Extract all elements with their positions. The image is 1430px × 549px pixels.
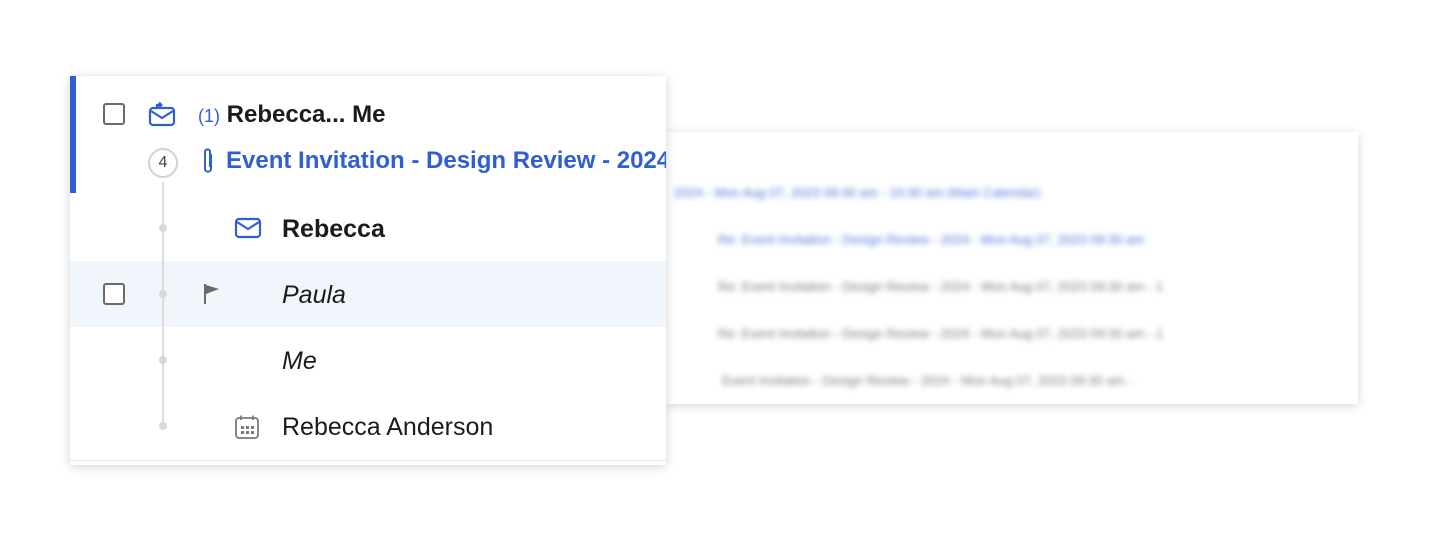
thread-dot <box>159 224 167 232</box>
selected-accent-bar <box>70 76 76 193</box>
message-count-badge[interactable]: 4 <box>148 148 178 178</box>
reply-envelope-icon <box>148 101 176 127</box>
thread-dot <box>159 356 167 364</box>
envelope-icon <box>234 217 262 239</box>
message-row-rebecca-anderson[interactable]: Rebecca Anderson <box>282 411 493 443</box>
thread-subject[interactable]: Event Invitation - Design Review - 2024 … <box>226 145 666 177</box>
thread-card: (1) Rebecca... Me 4 Event Invitation - D… <box>70 76 666 465</box>
message-row-paula[interactable]: Paula <box>282 279 346 311</box>
attachment-icon <box>204 148 212 173</box>
message-row-rebecca[interactable]: Rebecca <box>282 213 385 245</box>
thread-checkbox[interactable] <box>103 103 125 125</box>
message-row-me[interactable]: Me <box>282 345 317 377</box>
sender-count: (1) <box>198 106 220 126</box>
thread-dot <box>159 422 167 430</box>
background-line: Re: Event Invitation - Design Review - 2… <box>718 280 1164 294</box>
message-checkbox[interactable] <box>103 283 125 305</box>
background-thread-preview: 2024 - Mon Aug 07, 2023 09:30 am - 10:30… <box>666 132 1358 404</box>
thread-connector-line <box>162 182 164 429</box>
background-line: 2024 - Mon Aug 07, 2023 09:30 am - 10:30… <box>674 186 1041 200</box>
sender-names: Rebecca... Me <box>226 101 386 128</box>
thread-dot <box>159 290 167 298</box>
card-bottom-divider <box>70 460 666 461</box>
background-line: Event Invitation - Design Review - 2024 … <box>722 374 1133 388</box>
flag-icon[interactable] <box>202 282 222 306</box>
calendar-icon <box>235 415 259 439</box>
thread-senders[interactable]: (1) Rebecca... Me <box>198 100 385 131</box>
background-line: Re: Event Invitation - Design Review - 2… <box>718 327 1164 341</box>
background-line: Re: Event Invitation - Design Review - 2… <box>718 233 1145 247</box>
